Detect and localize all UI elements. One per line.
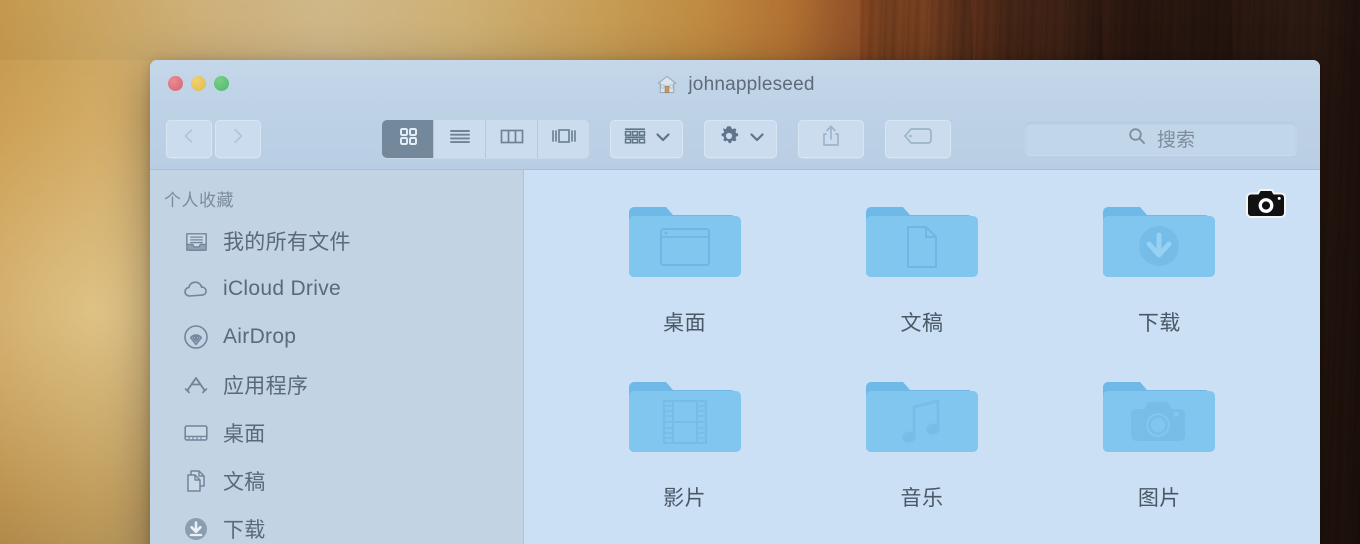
sidebar-item-documents[interactable]: 文稿 xyxy=(150,457,523,505)
window-title: johnappleseed xyxy=(150,73,1320,97)
action-button[interactable] xyxy=(704,119,777,158)
file-label: 文稿 xyxy=(900,312,944,335)
navigation-buttons xyxy=(166,119,261,158)
forward-button[interactable] xyxy=(215,119,261,158)
list-icon xyxy=(447,124,473,153)
download-arrow-glyph xyxy=(1139,226,1180,266)
window-title-text: johnappleseed xyxy=(688,74,815,95)
window-titlebar: johnappleseed xyxy=(150,60,1320,108)
sidebar-item-airdrop[interactable]: AirDrop xyxy=(150,313,523,361)
sidebar-item-downloads[interactable]: 下载 xyxy=(150,505,523,544)
file-item[interactable]: 图片 xyxy=(1041,371,1278,512)
chevron-right-icon xyxy=(228,126,248,151)
cloud-icon xyxy=(182,275,210,303)
file-label: 下载 xyxy=(1137,312,1181,335)
desktop-icon xyxy=(182,419,210,447)
file-grid: 桌面 文稿 下载 影片 音乐 图片 xyxy=(524,196,1320,512)
file-label: 音乐 xyxy=(900,487,944,510)
file-label: 影片 xyxy=(663,487,707,510)
chevron-down-icon xyxy=(655,130,671,148)
file-label: 桌面 xyxy=(663,312,707,335)
coverflow-icon xyxy=(549,125,579,152)
share-button[interactable] xyxy=(798,119,864,158)
folder-icon xyxy=(860,371,984,467)
search-icon xyxy=(1127,126,1147,151)
desktop-background: johnappleseed 搜索 个人收藏 我的所有文件 iCloud Driv… xyxy=(0,0,1360,544)
airdrop-icon xyxy=(182,323,210,351)
finder-window: johnappleseed 搜索 个人收藏 我的所有文件 iCloud Driv… xyxy=(150,60,1320,544)
sidebar: 个人收藏 我的所有文件 iCloud Drive AirDrop 应用程序 桌面… xyxy=(150,170,524,544)
list-view-button[interactable] xyxy=(434,119,486,158)
grid-icon xyxy=(396,124,420,153)
share-icon xyxy=(819,123,843,154)
traffic-lights xyxy=(168,76,229,91)
toolbar: 搜索 xyxy=(150,108,1320,170)
close-button[interactable] xyxy=(168,76,183,91)
sidebar-item-label: iCloud Drive xyxy=(223,277,341,300)
applications-icon xyxy=(182,371,210,399)
sidebar-item-icloud-drive[interactable]: iCloud Drive xyxy=(150,265,523,313)
file-content-area: 桌面 文稿 下载 影片 音乐 图片 xyxy=(524,170,1320,544)
sidebar-item-desktop[interactable]: 桌面 xyxy=(150,409,523,457)
coverflow-view-button[interactable] xyxy=(538,119,589,158)
back-button[interactable] xyxy=(166,119,212,158)
sidebar-item-all-my-files[interactable]: 我的所有文件 xyxy=(150,217,523,265)
chevron-left-icon xyxy=(179,126,199,151)
folder-icon xyxy=(860,196,984,292)
folder-icon xyxy=(1097,196,1221,292)
chevron-down-icon xyxy=(749,130,765,148)
tag-icon xyxy=(902,125,934,152)
sidebar-item-label: AirDrop xyxy=(223,325,297,348)
window-body: 个人收藏 我的所有文件 iCloud Drive AirDrop 应用程序 桌面… xyxy=(150,170,1320,544)
camera-badge-icon xyxy=(1245,187,1287,221)
sidebar-item-label: 我的所有文件 xyxy=(223,231,351,254)
icon-view-button[interactable] xyxy=(382,119,434,158)
sidebar-item-label: 下载 xyxy=(223,519,266,542)
folder-icon xyxy=(1097,371,1221,467)
gear-icon xyxy=(716,123,742,154)
documents-icon xyxy=(182,467,210,495)
sidebar-item-applications[interactable]: 应用程序 xyxy=(150,361,523,409)
file-item[interactable]: 文稿 xyxy=(803,196,1040,337)
home-icon xyxy=(655,73,679,97)
downloads-icon xyxy=(182,515,210,543)
file-item[interactable]: 音乐 xyxy=(803,371,1040,512)
columns-icon xyxy=(498,125,526,152)
folder-icon xyxy=(623,196,747,292)
sidebar-item-label: 桌面 xyxy=(223,423,266,446)
sidebar-section-header: 个人收藏 xyxy=(164,191,234,210)
arrange-icon xyxy=(622,125,648,152)
sidebar-item-label: 文稿 xyxy=(223,471,266,494)
sidebar-item-label: 应用程序 xyxy=(223,375,309,398)
all-files-icon xyxy=(182,227,210,255)
minimize-button[interactable] xyxy=(191,76,206,91)
tag-button[interactable] xyxy=(885,119,951,158)
search-input[interactable]: 搜索 xyxy=(1025,121,1297,156)
zoom-button[interactable] xyxy=(214,76,229,91)
search-placeholder: 搜索 xyxy=(1156,130,1195,151)
folder-icon xyxy=(623,371,747,467)
view-mode-segmented-control xyxy=(382,119,589,158)
file-item[interactable]: 下载 xyxy=(1041,196,1278,337)
file-item[interactable]: 桌面 xyxy=(566,196,803,337)
arrange-button[interactable] xyxy=(610,119,683,158)
file-label: 图片 xyxy=(1137,487,1181,510)
column-view-button[interactable] xyxy=(486,119,538,158)
file-item[interactable]: 影片 xyxy=(566,371,803,512)
